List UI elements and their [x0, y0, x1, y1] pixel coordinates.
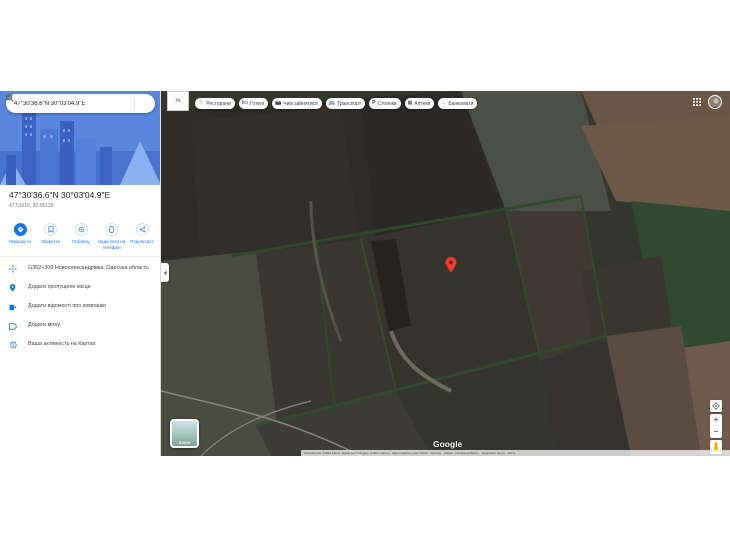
maps-activity-text: Ваша активність на Картах: [28, 341, 96, 347]
account-avatar[interactable]: [708, 95, 722, 109]
maps-activity-row[interactable]: Ваша активність на Картах: [0, 339, 160, 351]
map-attribution: Зображення ©2023 Airbus, Maxar Technolog…: [301, 450, 730, 456]
chip-parking[interactable]: P Стоянки: [369, 98, 401, 109]
add-place-text: Додати пропущене місце: [28, 284, 91, 290]
share-label: Поділитися: [130, 239, 154, 244]
chip-label: Готелі: [250, 100, 265, 107]
chip-label: Ресторани: [206, 100, 231, 107]
transit-icon: 🚌: [328, 100, 336, 106]
satellite-map[interactable]: Ук 🍴 Ресторани 🛏 Готелі 📷 Чим зайнятися …: [161, 91, 730, 456]
chip-label: Стоянки: [377, 100, 397, 107]
add-business-text: Додати відомості про компанію: [28, 303, 107, 309]
business-icon: [9, 303, 19, 311]
plus-code-text: G362+309 Новоолександрівка, Одеська обла…: [28, 265, 149, 271]
apps-grid-icon[interactable]: [693, 98, 701, 106]
label-icon: [9, 322, 19, 330]
chip-restaurants[interactable]: 🍴 Ресторани: [195, 98, 235, 109]
zoom-in-icon[interactable]: +: [714, 416, 719, 424]
chip-label: Транспорт: [337, 100, 362, 107]
collapse-panel-button[interactable]: [161, 263, 169, 282]
camera-icon: 📷: [275, 100, 282, 106]
close-icon[interactable]: [6, 94, 151, 110]
plus-code-icon: [9, 265, 19, 273]
chevron-left-icon: [163, 270, 167, 275]
share-button[interactable]: Поділитися: [128, 223, 156, 250]
parking-icon: P: [372, 100, 376, 106]
maps-app: 47°30'36.6"N 30°03'04.9"E 47°30'36.6"N 3…: [0, 91, 730, 456]
map-controls: + −: [710, 400, 724, 454]
add-label-text: Додати мітку: [28, 322, 61, 328]
share-icon: [135, 223, 149, 236]
chip-things-to-do[interactable]: 📷 Чим зайнятися: [272, 98, 322, 109]
directions-button[interactable]: Маршрути: [6, 223, 34, 250]
send-to-phone-button[interactable]: Надіслати на телефон: [98, 223, 126, 250]
add-place-icon: [9, 284, 19, 292]
action-bar: Маршрути Зберегти Поблизу Надіслати на т…: [6, 223, 156, 250]
info-list: G362+309 Новоолександрівка, Одеська обла…: [0, 263, 160, 358]
atm-icon: ↔: [441, 100, 447, 106]
panel-divider: [0, 256, 160, 257]
place-panel: 47°30'36.6"N 30°03'04.9"E 47°30'36.6"N 3…: [0, 91, 161, 456]
chip-hotels[interactable]: 🛏 Готелі: [238, 98, 269, 109]
send-to-phone-label: Надіслати на телефон: [97, 239, 126, 250]
history-icon: [9, 341, 19, 349]
chip-atms[interactable]: ↔ Банкомати: [438, 98, 478, 109]
hotel-icon: 🛏: [241, 100, 249, 106]
search-input[interactable]: 47°30'36.6"N 30°03'04.9"E: [14, 101, 114, 107]
layers-label: Шари: [178, 440, 191, 445]
save-button[interactable]: Зберегти: [37, 223, 65, 250]
nearby-icon: [74, 223, 88, 236]
place-hero-image: 47°30'36.6"N 30°03'04.9"E: [0, 91, 160, 185]
search-box[interactable]: 47°30'36.6"N 30°03'04.9"E: [6, 94, 155, 113]
my-location-icon: [712, 402, 720, 410]
zoom-controls: + −: [710, 414, 722, 438]
send-to-phone-icon: [105, 223, 118, 236]
directions-label: Маршрути: [9, 239, 31, 244]
my-location-button[interactable]: [710, 400, 722, 412]
add-place-row[interactable]: Додати пропущене місце: [0, 282, 160, 294]
chip-label: Аптеки: [414, 100, 431, 107]
plus-code-row[interactable]: G362+309 Новоолександрівка, Одеська обла…: [0, 263, 160, 275]
google-logo: Google: [433, 439, 463, 449]
chip-label: Банкомати: [448, 100, 474, 107]
attribution-text: Зображення ©2023 Airbus, Maxar Technolog…: [304, 451, 516, 455]
pharmacy-icon: ▦: [407, 100, 413, 106]
add-business-row[interactable]: Додати відомості про компанію: [0, 301, 160, 313]
language-label: Ук: [175, 98, 181, 104]
search-icon[interactable]: [6, 94, 130, 110]
search-divider: [134, 98, 135, 109]
save-label: Зберегти: [41, 239, 60, 244]
nearby-button[interactable]: Поблизу: [67, 223, 95, 250]
chip-label: Чим зайнятися: [283, 100, 318, 107]
add-label-row[interactable]: Додати мітку: [0, 320, 160, 332]
place-title: 47°30'36.6"N 30°03'04.9"E: [9, 190, 111, 200]
place-coordinates: 47.51016, 30.05139: [9, 203, 54, 209]
zoom-out-icon[interactable]: −: [714, 428, 719, 436]
directions-icon: [13, 223, 27, 236]
restaurant-icon: 🍴: [198, 100, 205, 106]
satellite-imagery: [161, 91, 730, 456]
bookmark-icon: [44, 223, 57, 236]
category-chips: 🍴 Ресторани 🛏 Готелі 📷 Чим зайнятися 🚌 Т…: [195, 98, 478, 109]
nearby-label: Поблизу: [72, 239, 90, 244]
location-pin-icon[interactable]: [445, 257, 457, 273]
language-selector[interactable]: Ук: [167, 91, 189, 111]
chip-pharmacies[interactable]: ▦ Аптеки: [404, 98, 435, 109]
chip-transit[interactable]: 🚌 Транспорт: [325, 98, 366, 109]
layers-toggle-button[interactable]: Шари: [170, 419, 199, 448]
